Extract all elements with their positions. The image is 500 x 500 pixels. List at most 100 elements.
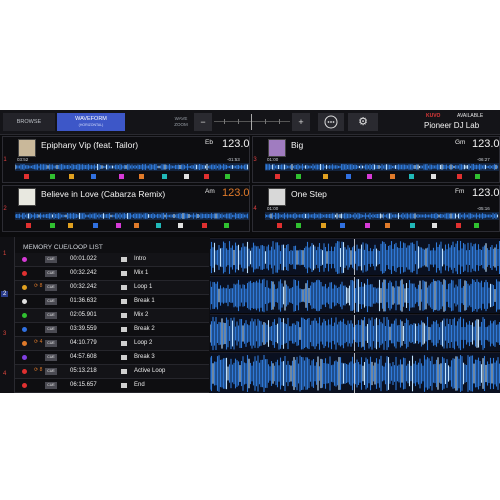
hot-cue-marker[interactable]: [432, 223, 438, 228]
hot-cue-marker[interactable]: [203, 174, 209, 179]
deck-number: 3: [253, 157, 257, 163]
deck-1[interactable]: 1 Epiphany Vip (feat. Tailor) Eb 123.0 0…: [2, 136, 250, 183]
hot-cue-marker[interactable]: [367, 174, 373, 179]
hot-cue-marker[interactable]: [24, 174, 30, 179]
hot-cue-marker[interactable]: [296, 174, 302, 179]
hot-cue-marker[interactable]: [177, 223, 183, 228]
deck-1-waveform-lane[interactable]: [210, 238, 500, 275]
hot-cue-marker[interactable]: [155, 223, 161, 228]
overview-waveform[interactable]: [265, 163, 499, 171]
hot-cue-marker[interactable]: [50, 174, 56, 179]
hot-cue-marker[interactable]: [225, 174, 231, 179]
cue-row[interactable]: CUE 00:32.242 Mix 1: [15, 267, 209, 281]
zoom-tick: [279, 119, 280, 124]
deck-select-3[interactable]: 3: [3, 331, 6, 337]
album-art: [18, 139, 36, 157]
hot-cue-marker[interactable]: [138, 174, 144, 179]
overview-waveform[interactable]: [15, 212, 249, 220]
hot-cue-marker[interactable]: [456, 174, 462, 179]
hot-cue-marker[interactable]: [118, 174, 124, 179]
cue-row[interactable]: CUE 06:15.657 End: [15, 379, 209, 393]
hot-cue-marker[interactable]: [473, 223, 479, 228]
cue-type-badge: CUE: [45, 354, 57, 361]
hot-cue-marker[interactable]: [91, 174, 96, 179]
hot-cue-marker[interactable]: [93, 223, 99, 228]
cue-row[interactable]: CUE 01:36.632 Break 1: [15, 295, 209, 309]
cue-color-dot: [22, 299, 27, 304]
cue-row[interactable]: CUE 03:39.559 Break 2: [15, 323, 209, 337]
hot-cue-marker[interactable]: [340, 223, 346, 228]
hot-cue-marker[interactable]: [385, 223, 391, 228]
deck-4[interactable]: 4 One Step Fm 123.0 01:00 -05:16: [252, 185, 500, 232]
browse-button[interactable]: BROWSE: [3, 113, 55, 131]
hot-cue-marker[interactable]: [346, 174, 352, 179]
deck-2-waveform-lane[interactable]: [210, 276, 500, 313]
album-art: [18, 188, 36, 206]
waveform-graphic: [265, 212, 499, 220]
hot-cue-marker[interactable]: [224, 223, 230, 228]
remaining-time: -01:53: [227, 157, 240, 162]
hot-cue-marker[interactable]: [277, 223, 283, 228]
cue-row[interactable]: ⟳ 4 CUE 04:10.779 Loop 2: [15, 337, 209, 351]
hot-cue-marker[interactable]: [322, 174, 328, 179]
overview-waveform[interactable]: [265, 212, 499, 220]
hot-cue-strip: [15, 173, 249, 181]
cue-name: Mix 2: [134, 312, 149, 318]
comment-icon: [121, 327, 127, 332]
hot-cue-marker[interactable]: [431, 174, 437, 179]
cue-type-badge: CUE: [45, 284, 57, 291]
zoom-out-button[interactable]: −: [194, 113, 212, 131]
hot-cue-marker[interactable]: [67, 223, 73, 228]
zoomed-waveform-panel: [210, 237, 500, 393]
hot-cue-marker[interactable]: [474, 174, 480, 179]
deck-number: 4: [253, 206, 257, 212]
track-bpm: 123.0: [222, 138, 250, 150]
track-key: Gm: [455, 139, 466, 146]
zoom-in-button[interactable]: +: [292, 113, 310, 131]
kuvo-status: KUVO AVAILABLE Pioneer DJ Lab: [419, 112, 499, 132]
hot-cue-marker[interactable]: [364, 223, 370, 228]
hot-cue-marker[interactable]: [184, 174, 190, 179]
cue-name: Intro: [134, 256, 147, 262]
cue-row[interactable]: ⟳ 8 CUE 05:13.218 Active Loop: [15, 365, 209, 379]
hot-cue-marker[interactable]: [115, 223, 121, 228]
cue-row[interactable]: ⟳ 8 CUE 00:32.242 Loop 1: [15, 281, 209, 295]
track-title: Believe in Love (Cabarza Remix): [41, 189, 166, 199]
cue-time: 04:57.608: [70, 354, 97, 360]
cue-row[interactable]: CUE 02:05.901 Mix 2: [15, 309, 209, 323]
settings-button[interactable]: ⚙: [348, 113, 378, 131]
more-options-button[interactable]: [318, 113, 344, 131]
cue-row[interactable]: CUE 00:01.022 Intro: [15, 253, 209, 267]
hot-cue-marker[interactable]: [26, 223, 32, 228]
deck-select-4[interactable]: 4: [3, 371, 6, 377]
cue-name: Loop 1: [134, 284, 153, 290]
deck-4-waveform-lane[interactable]: [210, 352, 500, 393]
deck-select-2[interactable]: 2: [1, 291, 9, 297]
deck-selector: 1 2 3 4: [0, 237, 15, 393]
hot-cue-marker[interactable]: [390, 174, 396, 179]
waveform-graphic: [210, 240, 500, 275]
cue-name: End: [134, 382, 145, 388]
overview-waveform[interactable]: [15, 163, 249, 171]
hot-cue-marker[interactable]: [50, 223, 56, 228]
hot-cue-marker[interactable]: [202, 223, 208, 228]
track-title: Epiphany Vip (feat. Tailor): [41, 140, 139, 150]
waveform-horizontal-button[interactable]: WAVEFORM (HORIZONTAL): [57, 113, 125, 131]
hot-cue-marker[interactable]: [410, 223, 416, 228]
hot-cue-marker[interactable]: [408, 174, 414, 179]
hot-cue-marker[interactable]: [133, 223, 139, 228]
cue-time: 00:32.242: [70, 270, 97, 276]
deck-3-waveform-lane[interactable]: [210, 314, 500, 351]
gear-icon: ⚙: [358, 116, 368, 128]
hot-cue-marker[interactable]: [162, 174, 168, 179]
cue-row[interactable]: CUE 04:57.608 Break 3: [15, 351, 209, 365]
zoom-slider-thumb[interactable]: [251, 114, 252, 130]
deck-3[interactable]: 3 Big Gm 123.0 01:00 -06:27: [252, 136, 500, 183]
hot-cue-marker[interactable]: [69, 174, 75, 179]
hot-cue-marker[interactable]: [320, 223, 326, 228]
hot-cue-marker[interactable]: [275, 174, 281, 179]
hot-cue-marker[interactable]: [296, 223, 302, 228]
deck-select-1[interactable]: 1: [3, 251, 6, 257]
deck-2[interactable]: 2 Believe in Love (Cabarza Remix) Am 123…: [2, 185, 250, 232]
hot-cue-marker[interactable]: [455, 223, 461, 228]
